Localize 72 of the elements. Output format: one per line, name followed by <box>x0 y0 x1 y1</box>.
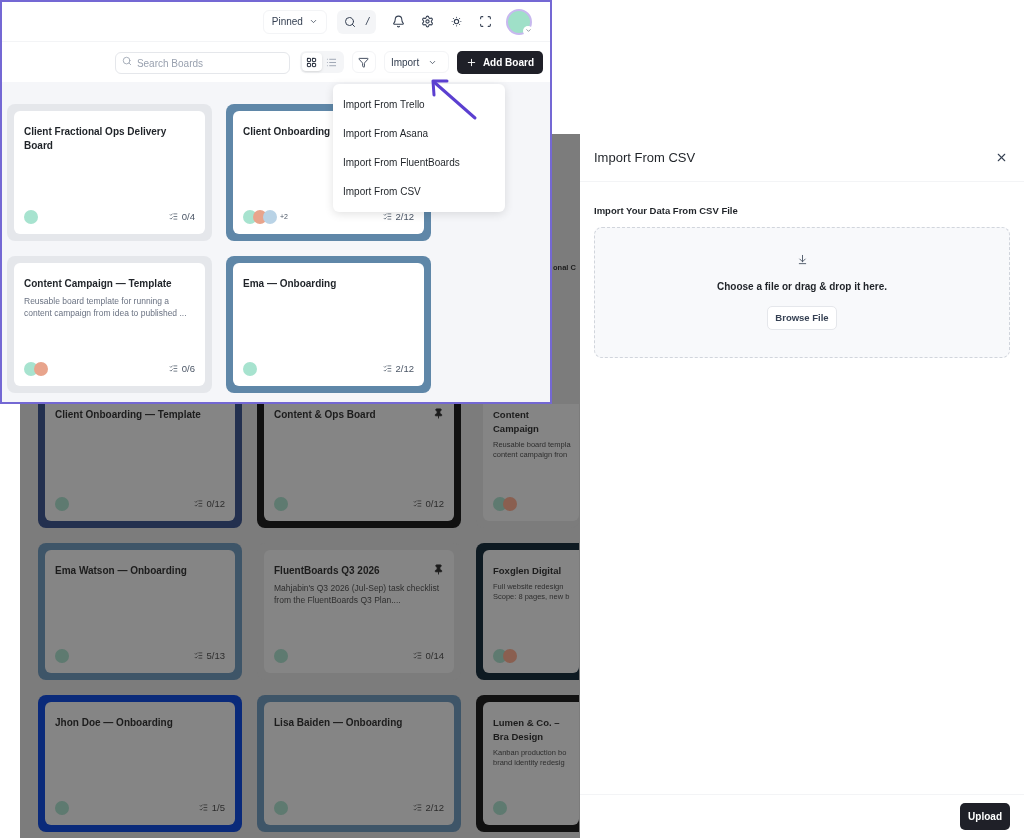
checklist-icon <box>382 364 392 374</box>
shortcut-key: / <box>365 13 369 30</box>
grid-view-button[interactable] <box>301 53 322 71</box>
board-title: Jhon Doe — Onboarding <box>55 716 173 730</box>
search-field[interactable]: Search Boards <box>114 52 290 75</box>
board-card[interactable]: Client Fractional Ops Delivery Board 0/4 <box>7 104 212 241</box>
checklist-icon <box>412 651 422 661</box>
board-card[interactable]: Lisa Baiden — Onboarding 2/12 <box>257 695 461 832</box>
board-title: Content Campaign <box>493 408 540 436</box>
checklist-icon <box>412 803 422 813</box>
plus-icon <box>465 56 477 68</box>
import-dropdown[interactable]: Import <box>383 51 449 73</box>
task-progress: 0/6 <box>181 361 195 376</box>
panel-title: Import From CSV <box>594 148 696 167</box>
task-progress: 2/12 <box>395 361 414 376</box>
search-shortcut-button[interactable]: / <box>336 9 376 34</box>
board-title: Client Onboarding — Template <box>55 408 201 422</box>
board-title: Lisa Baiden — Onboarding <box>274 716 403 730</box>
search-icon <box>121 55 132 66</box>
board-title: Lumen & Co. – Bra Design <box>493 716 561 744</box>
task-progress: 2/12 <box>425 800 444 815</box>
board-title: Foxglen Digital <box>493 564 562 578</box>
grid-icon <box>306 56 318 68</box>
browse-file-button[interactable]: Browse File <box>767 306 837 331</box>
board-card[interactable]: Jhon Doe — Onboarding 1/5 <box>38 695 242 832</box>
task-progress: 0/12 <box>206 496 225 511</box>
board-title: Content & Ops Board <box>274 408 376 422</box>
board-title: Content Campaign — Template <box>24 277 172 291</box>
checklist-icon <box>412 499 422 509</box>
pinned-filter-dropdown[interactable]: Pinned <box>262 9 327 34</box>
task-progress: 2/12 <box>395 209 414 224</box>
settings-icon[interactable] <box>421 15 434 28</box>
fullscreen-icon[interactable] <box>479 15 492 28</box>
task-progress: 0/12 <box>425 496 444 511</box>
checklist-icon <box>168 212 178 222</box>
field-label: Import Your Data From CSV File <box>594 205 738 216</box>
checklist-icon <box>193 651 203 661</box>
drop-instructions: Choose a file or drag & drop it here. <box>717 280 887 294</box>
upload-button[interactable]: Upload <box>960 803 1010 830</box>
board-title: FluentBoards Q3 2026 <box>274 564 380 578</box>
board-title: Client Onboarding <box>243 125 331 139</box>
notification-icon[interactable] <box>392 15 405 28</box>
task-progress: 0/14 <box>425 648 444 663</box>
filter-button[interactable] <box>351 51 376 73</box>
board-card[interactable]: Ema — Onboarding 2/12 <box>226 256 431 393</box>
close-icon <box>995 151 1008 164</box>
list-icon <box>326 56 338 68</box>
pin-icon <box>433 564 444 575</box>
filter-icon <box>358 56 370 68</box>
task-progress: 1/5 <box>211 800 225 815</box>
board-description: Reusable board template for running a content campaign from idea to published ... <box>24 295 188 319</box>
upload-tray-icon <box>796 254 808 265</box>
file-drop-zone[interactable]: Choose a file or drag & drop it here. Browse File <box>594 227 1010 358</box>
board-title: Client Fractional Ops Delivery Board <box>24 125 168 153</box>
board-title: Ema Watson — Onboarding <box>55 564 187 578</box>
add-board-button[interactable]: Add Board <box>456 50 543 74</box>
task-progress: 5/13 <box>206 648 225 663</box>
checklist-icon <box>198 803 208 813</box>
board-card[interactable]: Content Campaign — Template Reusable board template for running a content campaign from idea to published ... 0/6 <box>7 256 212 393</box>
board-card[interactable]: Client Onboarding — Template 0/12 <box>38 404 242 528</box>
board-card[interactable]: Content & Ops Board 0/12 <box>257 404 461 528</box>
checklist-icon <box>193 499 203 509</box>
search-icon <box>343 15 356 28</box>
board-title: Ema — Onboarding <box>243 277 337 291</box>
chevron-down-icon <box>308 17 318 26</box>
theme-icon[interactable] <box>450 15 463 28</box>
checklist-icon <box>382 212 392 222</box>
board-card[interactable]: Ema Watson — Onboarding 5/13 <box>38 543 242 680</box>
board-description: Mahjabin's Q3 2026 (Jul-Sep) task checklist from the FluentBoards Q3 Plan.... <box>274 582 441 606</box>
checklist-icon <box>168 364 178 374</box>
task-progress: 0/4 <box>181 209 195 224</box>
pin-icon <box>433 408 444 419</box>
